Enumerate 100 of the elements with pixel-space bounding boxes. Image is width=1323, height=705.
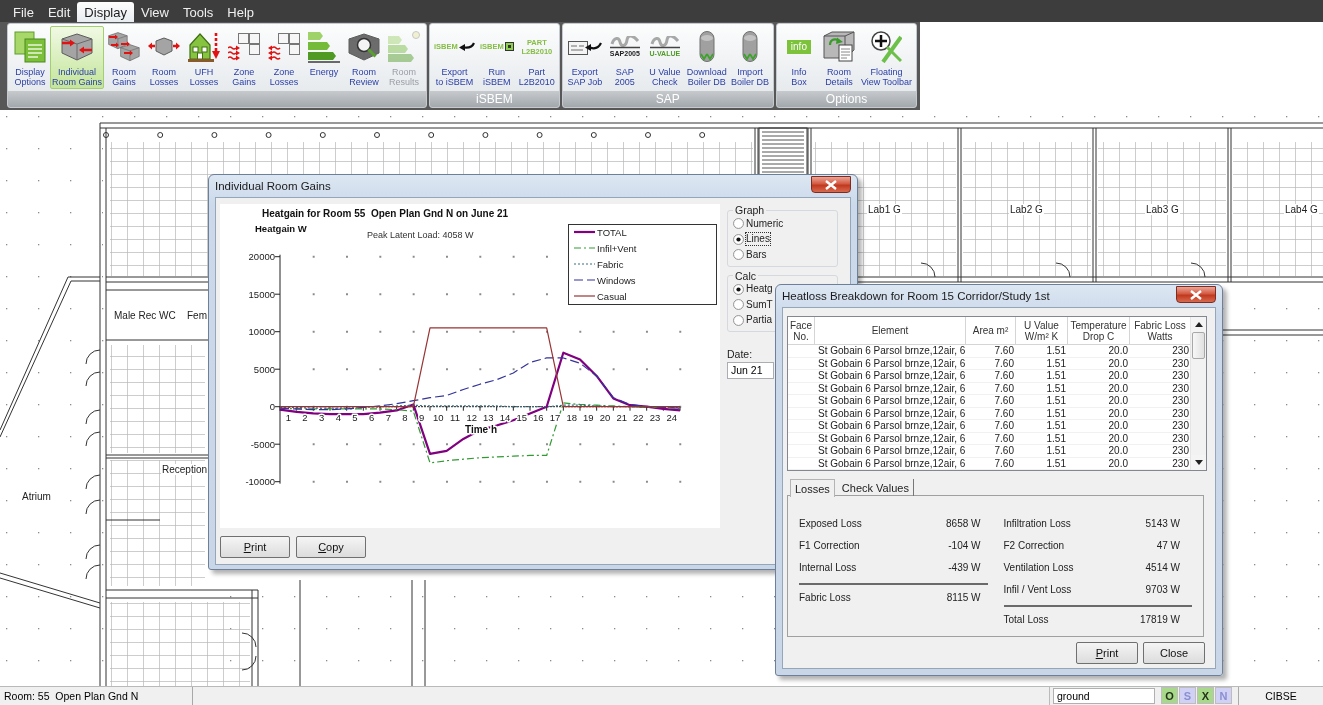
room-label: Atrium bbox=[21, 491, 52, 502]
table-cell-text: St Gobain 6 Parsol brnze,12air, 6 bbox=[817, 382, 966, 394]
table-cell-text: 1.51 bbox=[1045, 432, 1067, 444]
table-cell-text: St Gobain 6 Parsol brnze,12air, 6 bbox=[817, 457, 966, 469]
loss-label: Infil / Vent Loss bbox=[1003, 583, 1072, 595]
tick-label: 2 bbox=[302, 411, 308, 423]
dialog-button[interactable]: Copy bbox=[296, 536, 366, 558]
wave-icon bbox=[609, 36, 640, 49]
close-button[interactable] bbox=[1176, 286, 1216, 303]
radio-icon[interactable] bbox=[733, 314, 744, 326]
toggle-button[interactable]: O bbox=[1161, 687, 1178, 704]
toolbar-button[interactable]: Zone Losses bbox=[264, 26, 305, 89]
radio-label[interactable]: Bars bbox=[745, 247, 768, 262]
toolbar-button[interactable]: Display Options bbox=[10, 26, 50, 89]
menu-item[interactable]: Help bbox=[220, 3, 262, 22]
table-cell-text: St Gobain 6 Parsol brnze,12air, 6 bbox=[817, 345, 966, 357]
legend-line-icon bbox=[573, 295, 596, 297]
column-header[interactable]: Temperature Drop C bbox=[1068, 317, 1130, 344]
loss-label: Internal Loss bbox=[799, 561, 857, 573]
table-cell-text: 1.51 bbox=[1045, 420, 1067, 432]
box-document-icon bbox=[822, 31, 855, 62]
arrow-icon bbox=[458, 42, 475, 51]
toolbar-button[interactable]: Room Review bbox=[344, 26, 385, 89]
menu-item[interactable]: Edit bbox=[40, 3, 78, 22]
room-label: Lab4 G bbox=[1284, 204, 1319, 215]
toolbar-button[interactable]: Room Gains bbox=[104, 26, 145, 89]
tick-label: 0 bbox=[269, 401, 275, 413]
radio-icon[interactable] bbox=[733, 233, 744, 245]
table-cell-text: 230 bbox=[1171, 432, 1190, 444]
loss-label: Ventilation Loss bbox=[1003, 561, 1074, 573]
loss-value: 8658 W bbox=[946, 517, 981, 529]
magnifier-pencil-icon bbox=[870, 30, 903, 63]
close-button[interactable] bbox=[811, 176, 851, 193]
scrollbar[interactable] bbox=[1190, 317, 1206, 470]
dialog-button[interactable]: Print bbox=[220, 536, 290, 558]
table-cell-text: 1.51 bbox=[1045, 370, 1067, 382]
radio-label[interactable]: SumT bbox=[745, 297, 774, 312]
loss-value: -439 W bbox=[948, 561, 981, 573]
menu-item[interactable]: File bbox=[6, 3, 41, 22]
radio-icon[interactable] bbox=[733, 283, 744, 295]
dialog-button[interactable]: Close bbox=[1143, 642, 1205, 664]
radio-label[interactable]: Numeric bbox=[745, 216, 785, 231]
up-arrow-icon bbox=[1194, 322, 1203, 327]
column-header[interactable]: Face No. bbox=[788, 317, 815, 344]
room-label: Reception bbox=[161, 464, 209, 475]
tick-label: 5 bbox=[352, 411, 358, 423]
tick-label: 16 bbox=[533, 411, 544, 423]
toolbar-button[interactable]: UFH Losses bbox=[184, 26, 225, 89]
radio-label[interactable]: Heatg bbox=[745, 282, 774, 297]
room-label: Lab1 G bbox=[867, 204, 902, 215]
menu-item[interactable]: View bbox=[134, 3, 176, 22]
toolbar-button[interactable]: Export SAP Job bbox=[564, 26, 605, 89]
hexagon-magnifier-icon bbox=[348, 32, 381, 61]
menu-item[interactable]: Display bbox=[77, 2, 134, 22]
toolbar-button[interactable]: Room Details bbox=[818, 26, 859, 89]
column-header[interactable]: U Value W/m² K bbox=[1016, 317, 1068, 344]
loss-value: -104 W bbox=[948, 539, 981, 551]
room-label: Male Rec WC bbox=[113, 310, 177, 321]
table-cell-text: 230 bbox=[1171, 345, 1190, 357]
table-cell-text: St Gobain 6 Parsol brnze,12air, 6 bbox=[817, 357, 966, 369]
tick-label: -10000 bbox=[245, 476, 275, 488]
column-header[interactable]: Area m² bbox=[966, 317, 1016, 344]
table-cell-text: 1.51 bbox=[1045, 345, 1067, 357]
down-arrow-icon bbox=[1194, 460, 1203, 465]
table-cell-text: 1.51 bbox=[1045, 445, 1067, 457]
table-cell-text: 1.51 bbox=[1045, 395, 1067, 407]
tab[interactable]: Check Values bbox=[837, 479, 914, 496]
toolbar-button[interactable]: Zone Gains bbox=[224, 26, 265, 89]
window-title: Individual Room Gains bbox=[215, 179, 331, 194]
menu-item[interactable]: Tools bbox=[175, 3, 221, 22]
table-cell-text: 20.0 bbox=[1107, 420, 1129, 432]
toolbar-button[interactable]: Import Boiler DB bbox=[728, 26, 771, 89]
toolbar-button[interactable]: Floating View Toolbar bbox=[858, 26, 915, 89]
radio-label[interactable]: Lines bbox=[745, 232, 771, 247]
radio-label[interactable]: Partia bbox=[745, 313, 774, 328]
floor-field[interactable]: ground bbox=[1053, 688, 1155, 704]
radio-icon[interactable] bbox=[733, 249, 744, 261]
legend-label: Windows bbox=[597, 274, 636, 286]
table-cell-text: St Gobain 6 Parsol brnze,12air, 6 bbox=[817, 445, 966, 457]
toolbar-button[interactable]: info Info Box bbox=[778, 26, 819, 89]
legend-line-icon bbox=[573, 279, 596, 281]
tab[interactable]: Losses bbox=[790, 479, 835, 497]
radio-icon[interactable] bbox=[733, 218, 744, 230]
loss-label: Total Loss bbox=[1003, 613, 1049, 625]
table-cell-text: 20.0 bbox=[1107, 445, 1129, 457]
toolbar-button[interactable]: Energy bbox=[304, 26, 345, 89]
radio-icon[interactable] bbox=[733, 299, 744, 311]
scroll-thumb[interactable] bbox=[1192, 332, 1205, 359]
boxes-arrows-icon bbox=[108, 31, 141, 62]
column-header[interactable]: Element bbox=[815, 317, 966, 344]
close-icon bbox=[825, 179, 837, 190]
table-cell-text: 1.51 bbox=[1045, 382, 1067, 394]
toolbar-button[interactable]: Download Boiler DB bbox=[684, 26, 729, 89]
tick-label: 13 bbox=[483, 411, 494, 423]
toolbar-button[interactable]: Room Losses bbox=[144, 26, 185, 89]
dialog-button[interactable]: Print bbox=[1076, 642, 1138, 664]
pages-icon bbox=[14, 30, 46, 63]
date-field[interactable]: Jun 21 bbox=[727, 362, 774, 379]
toolbar-button[interactable]: Individual Room Gains bbox=[50, 26, 105, 89]
toggle-button[interactable]: X bbox=[1197, 687, 1214, 704]
